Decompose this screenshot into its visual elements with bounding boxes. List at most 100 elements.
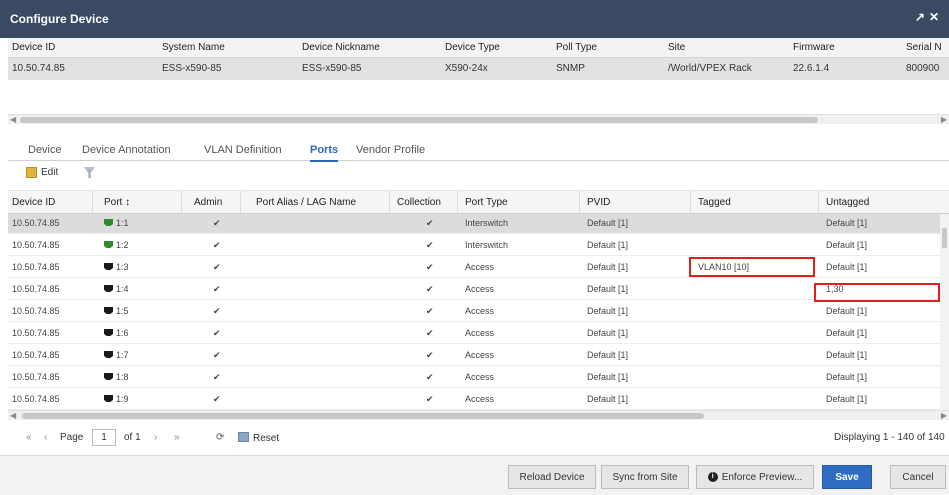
scrollbar-thumb[interactable] [20,117,818,123]
cell-port-type: Access [465,262,495,272]
col-site[interactable]: Site [668,42,685,53]
port-down-icon [104,307,113,314]
cell-pvid: Default [1] [587,284,629,294]
col-port-alias[interactable]: Port Alias / LAG Name [256,197,356,208]
reset-button[interactable]: Reset [238,432,279,444]
tab-device-annotation[interactable]: Device Annotation [82,144,171,156]
cell-device-id: 10.50.74.85 [12,394,60,404]
reload-device-button[interactable]: Reload Device [508,465,596,489]
page-number-input[interactable] [92,429,116,446]
col-serial[interactable]: Serial N [906,42,942,53]
cancel-button[interactable]: Cancel [890,465,946,489]
col-firmware[interactable]: Firmware [793,42,835,53]
col-untagged[interactable]: Untagged [826,197,869,208]
scroll-left-icon[interactable]: ◀ [10,411,16,420]
table-row[interactable]: 10.50.74.85 1:1 ✔ ✔ Interswitch Default [1] De… [8,214,940,234]
port-label: 1:4 [116,284,129,294]
table-row[interactable]: 10.50.74.85 1:2 ✔ ✔ Interswitch Default [1] De… [8,236,940,256]
col-system-name[interactable]: System Name [162,42,225,53]
cell-port: 1:7 [104,350,129,360]
device-table-scrollbar[interactable]: ◀ ▶ [8,114,949,124]
cell-untagged: Default [1] [826,218,868,228]
first-page-icon[interactable]: « [26,432,32,443]
dialog-titlebar: Configure Device ↗✕ [0,0,949,38]
ports-horizontal-scrollbar[interactable]: ◀ ▶ [8,410,949,420]
col-collection[interactable]: Collection [397,197,441,208]
col-port[interactable]: Port ↕ [104,197,130,208]
prev-page-icon[interactable]: ‹ [44,432,47,443]
cell-device-id: 10.50.74.85 [12,372,60,382]
table-row[interactable]: 10.50.74.85 1:7 ✔ ✔ Access Default [1] Default… [8,346,940,366]
col-pvid[interactable]: PVID [587,197,610,208]
scroll-left-icon[interactable]: ◀ [10,115,16,124]
cell-pvid: Default [1] [587,218,629,228]
cell-device-id: 10.50.74.85 [12,284,60,294]
cell-collection: ✔ [426,372,434,382]
filter-button[interactable] [84,167,95,178]
table-row[interactable]: 10.50.74.85 1:4 ✔ ✔ Access Default [1] 1,30 [8,280,940,300]
cell-device-id: 10.50.74.85 [12,328,60,338]
port-label: 1:3 [116,262,129,272]
table-row[interactable]: 10.50.74.85 1:6 ✔ ✔ Access Default [1] Default… [8,324,940,344]
cell-port: 1:6 [104,328,129,338]
table-row[interactable]: 10.50.74.85 1:9 ✔ ✔ Access Default [1] Default… [8,390,940,410]
sync-from-site-button[interactable]: Sync from Site [601,465,689,489]
tab-device[interactable]: Device [28,144,62,156]
col-poll-type[interactable]: Poll Type [556,42,597,53]
cell-admin: ✔ [213,372,221,382]
cell-collection: ✔ [426,218,434,228]
edit-label: Edit [41,167,59,178]
expand-icon[interactable]: ↗ [915,10,929,24]
ports-table-header: Device ID Port ↕ Admin Port Alias / LAG … [8,190,949,215]
tab-vendor-profile[interactable]: Vendor Profile [356,144,425,156]
cell-admin: ✔ [213,306,221,316]
col-device-id[interactable]: Device ID [12,197,55,208]
cell-admin: ✔ [213,240,221,250]
enforce-preview-label: Enforce Preview... [721,471,803,483]
refresh-icon[interactable]: ⟳ [216,432,224,443]
ports-vertical-scrollbar[interactable] [940,214,949,410]
save-button[interactable]: Save [822,465,872,489]
col-tagged[interactable]: Tagged [698,197,731,208]
vertical-scroll-thumb[interactable] [942,228,947,248]
close-icon[interactable]: ✕ [929,10,943,24]
port-down-icon [104,395,113,402]
cell-device-id: 10.50.74.85 [12,350,60,360]
tab-ports[interactable]: Ports [310,144,339,162]
scroll-right-icon[interactable]: ▶ [941,411,947,420]
page-label: Page [60,432,84,443]
device-type-value: X590-24x [445,63,488,74]
cell-port: 1:9 [104,394,129,404]
last-page-icon[interactable]: » [174,432,180,443]
scrollbar-thumb[interactable] [22,413,704,419]
scroll-right-icon[interactable]: ▶ [941,115,947,124]
cell-untagged: Default [1] [826,306,868,316]
cell-device-id: 10.50.74.85 [12,262,60,272]
tab-bar: Device Device Annotation VLAN Definition… [8,139,949,162]
port-down-icon [104,373,113,380]
cell-port-type: Interswitch [465,240,509,250]
table-row[interactable]: 10.50.74.85 1:8 ✔ ✔ Access Default [1] Default… [8,368,940,388]
col-port-type[interactable]: Port Type [465,197,508,208]
cell-admin: ✔ [213,262,221,272]
cell-port-type: Access [465,328,495,338]
device-row[interactable]: 10.50.74.85 ESS-x590-85 ESS-x590-85 X590… [8,58,949,80]
cell-collection: ✔ [426,240,434,250]
cell-pvid: Default [1] [587,372,629,382]
col-admin[interactable]: Admin [194,197,222,208]
reset-label: Reset [253,433,280,444]
poll-type-value: SNMP [556,63,585,74]
port-label: 1:8 [116,372,129,382]
next-page-icon[interactable]: › [154,432,157,443]
enforce-preview-button[interactable]: i Enforce Preview... [696,465,814,489]
edit-button[interactable]: Edit [26,167,58,178]
col-device-type[interactable]: Device Type [445,42,500,53]
cell-pvid: Default [1] [587,306,629,316]
cell-untagged: Default [1] [826,240,868,250]
table-row[interactable]: 10.50.74.85 1:5 ✔ ✔ Access Default [1] Default… [8,302,940,322]
port-label: 1:6 [116,328,129,338]
tab-vlan-definition[interactable]: VLAN Definition [204,144,282,156]
col-device-id[interactable]: Device ID [12,42,55,53]
system-name-value: ESS-x590-85 [162,63,222,74]
col-device-nickname[interactable]: Device Nickname [302,42,380,53]
